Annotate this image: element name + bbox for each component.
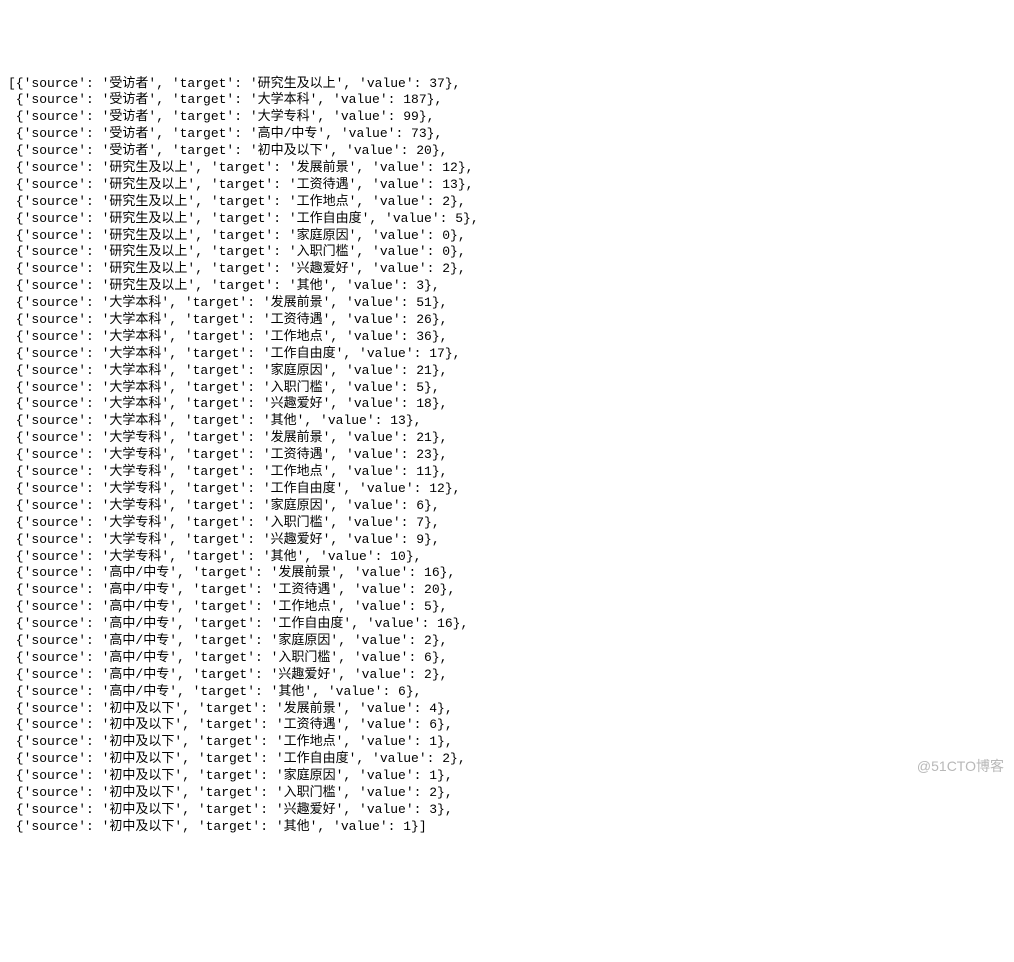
code-output: [{'source': '受访者', 'target': '研究生及以上', '… bbox=[8, 76, 1006, 836]
watermark: @51CTO博客 bbox=[917, 757, 1004, 775]
